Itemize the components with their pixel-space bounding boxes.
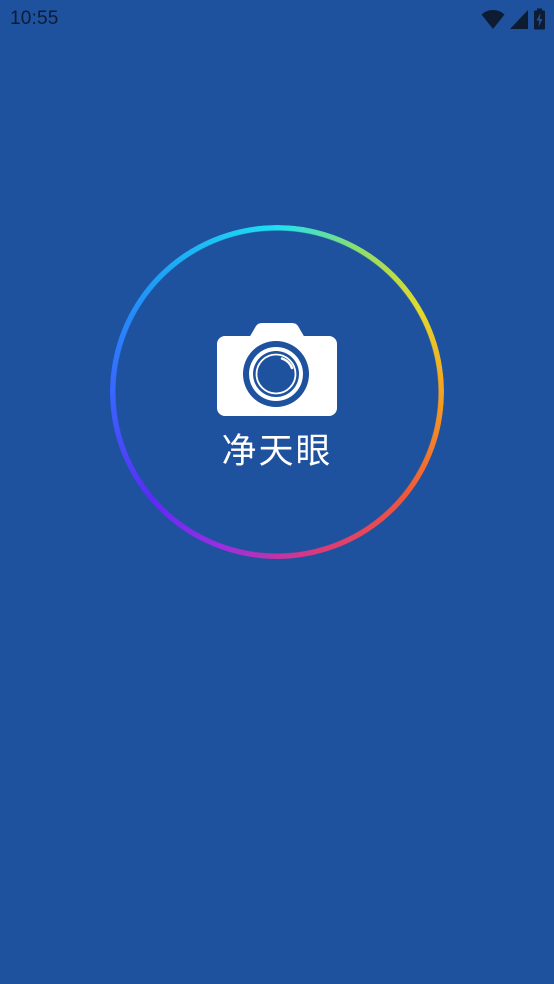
battery-charging-icon (533, 8, 546, 30)
status-time: 10:55 (10, 8, 59, 29)
cell-signal-icon (509, 8, 529, 30)
splash-screen: 10:55 净天眼 (0, 0, 554, 984)
app-name: 净天眼 (221, 432, 333, 472)
splash-logo: 净天眼 (110, 225, 444, 559)
status-icons (481, 7, 546, 31)
camera-icon (216, 322, 338, 416)
status-bar: 10:55 (0, 0, 554, 40)
wifi-icon (481, 8, 505, 30)
